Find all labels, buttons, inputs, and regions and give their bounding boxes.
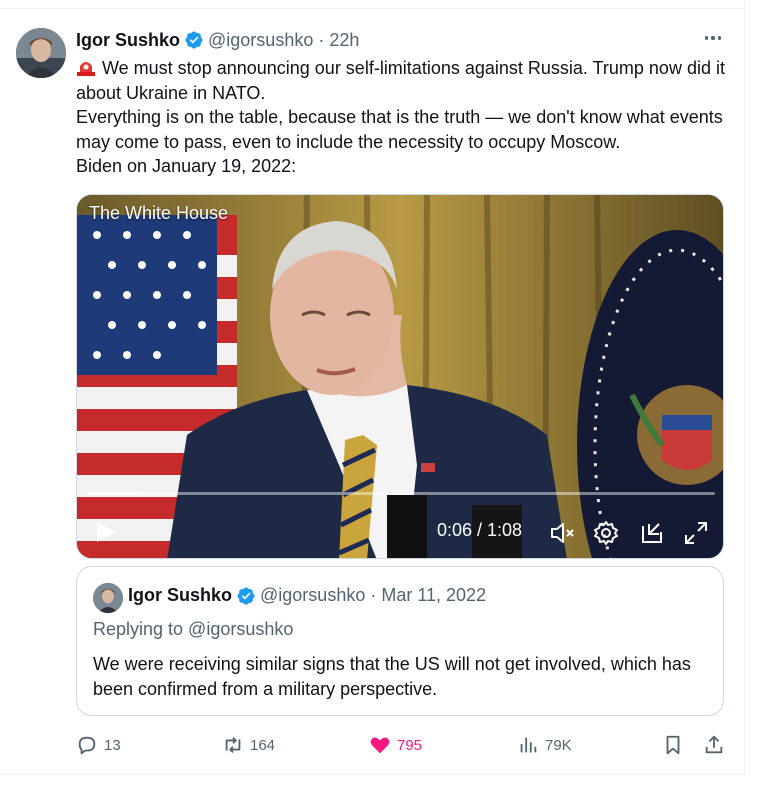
separator-dot: · — [318, 29, 325, 50]
share-icon — [705, 735, 723, 754]
play-icon[interactable] — [95, 520, 117, 544]
tweet-text-1: We must stop announcing our self-limitat… — [76, 58, 725, 103]
separator-dot: · — [370, 585, 377, 605]
quoted-author-display-name: Igor Sushko — [128, 585, 233, 605]
pip-icon[interactable] — [639, 520, 665, 546]
tweet-timestamp[interactable]: 22h — [329, 30, 359, 51]
fullscreen-icon[interactable] — [683, 520, 709, 546]
tweet-text-3: Biden on January 19, 2022: — [76, 156, 297, 176]
views-count: 79K — [545, 736, 572, 754]
like-button[interactable]: 795 — [369, 730, 422, 760]
video-player[interactable]: The White House 0:06 / 1:08 — [76, 194, 724, 559]
reply-count: 13 — [104, 736, 121, 754]
reply-icon — [78, 736, 96, 755]
divider — [0, 8, 745, 9]
tweet-text-line: We must stop announcing our self-limitat… — [76, 56, 736, 105]
video-time-display: 0:06 / 1:08 — [437, 520, 523, 540]
repost-count: 164 — [250, 736, 276, 754]
like-count: 795 — [397, 736, 423, 754]
views-chart-icon — [520, 737, 537, 753]
settings-icon[interactable] — [593, 520, 619, 546]
video-progress-fill — [87, 492, 143, 495]
quoted-author-avatar — [93, 583, 123, 613]
tweet-actions-bar: 13 164 795 79K — [76, 730, 728, 760]
tweet-card[interactable]: Igor Sushko @igorsushko · 22h We must st… — [0, 0, 745, 775]
repost-button[interactable]: 164 — [222, 730, 275, 760]
quoted-tweet-header: Igor Sushko @igorsushko · Mar 11, 2022 — [128, 585, 486, 606]
share-button[interactable] — [703, 730, 731, 760]
views-button[interactable]: 79K — [517, 730, 572, 760]
bookmark-icon — [666, 735, 680, 755]
video-source-label: The White House — [89, 203, 229, 223]
tweet-header: Igor Sushko @igorsushko · 22h — [76, 29, 359, 51]
rotating-light-icon — [77, 62, 95, 76]
quoted-author-handle: @igorsushko — [260, 585, 366, 605]
volume-muted-icon[interactable] — [549, 520, 575, 546]
tweet-text-2: Everything is on the table, because that… — [76, 107, 723, 152]
quoted-tweet[interactable]: Igor Sushko @igorsushko · Mar 11, 2022 R… — [76, 566, 724, 716]
video-frame — [77, 195, 723, 558]
verified-badge-icon — [185, 31, 203, 49]
heart-filled-icon — [370, 737, 390, 754]
repost-icon — [225, 737, 241, 753]
bookmark-button[interactable] — [662, 730, 690, 760]
replying-to-label: Replying to @igorsushko — [93, 619, 294, 639]
tweet-text: We must stop announcing our self-limitat… — [76, 56, 736, 179]
reply-button[interactable]: 13 — [76, 730, 121, 760]
author-display-name[interactable]: Igor Sushko — [76, 30, 180, 51]
author-avatar[interactable] — [16, 28, 66, 78]
video-progress-bar[interactable] — [87, 492, 715, 495]
quoted-tweet-text: We were receiving similar signs that the… — [93, 654, 691, 699]
author-handle[interactable]: @igorsushko — [208, 30, 313, 51]
verified-badge-icon — [237, 586, 255, 605]
more-options-icon[interactable] — [700, 28, 726, 48]
quoted-tweet-date: Mar 11, 2022 — [381, 585, 487, 605]
